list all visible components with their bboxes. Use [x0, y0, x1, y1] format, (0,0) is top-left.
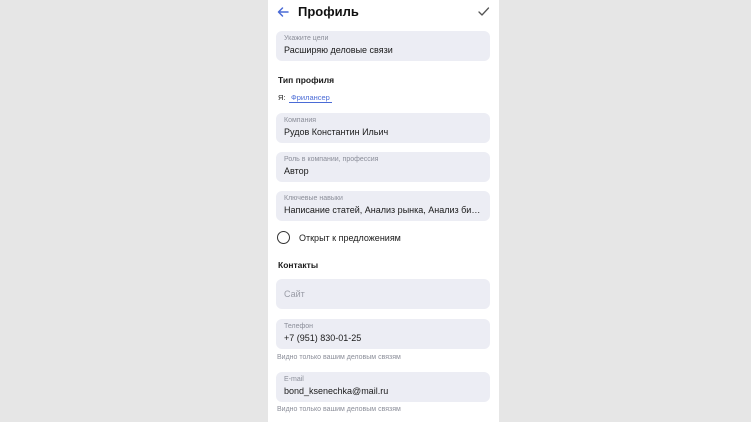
- goal-field-value: Расширяю деловые связи: [284, 45, 393, 55]
- skills-field-value: Написание статей, Анализ рынка, Анализ б…: [284, 205, 482, 215]
- goal-field[interactable]: Укажите цели Расширяю деловые связи: [276, 31, 490, 61]
- site-field-placeholder: Сайт: [284, 289, 305, 299]
- skills-field[interactable]: Ключевые навыки Написание статей, Анализ…: [276, 191, 490, 221]
- me-label: Я:: [278, 93, 286, 102]
- company-field[interactable]: Компания Рудов Константин Ильич: [276, 113, 490, 143]
- phone-field[interactable]: Телефон +7 (951) 830-01-25: [276, 319, 490, 349]
- back-arrow-icon[interactable]: [276, 5, 290, 19]
- app-header: Профиль: [268, 0, 499, 24]
- role-field[interactable]: Роль в компании, профессия Автор: [276, 152, 490, 182]
- email-field[interactable]: E-mail bond_ksenechka@mail.ru: [276, 372, 490, 402]
- profile-type-title: Тип профиля: [278, 75, 335, 85]
- page-title: Профиль: [298, 4, 359, 19]
- email-field-label: E-mail: [284, 376, 304, 383]
- open-to-offers-toggle[interactable]: Открыт к предложениям: [277, 230, 487, 246]
- open-to-offers-label: Открыт к предложениям: [299, 233, 401, 243]
- email-visibility-hint: Видно только вашим деловым связям: [277, 406, 401, 413]
- profile-type-selector: Я: Фрилансер: [278, 92, 488, 106]
- company-field-label: Компания: [284, 117, 317, 124]
- phone-field-value: +7 (951) 830-01-25: [284, 333, 362, 343]
- check-icon[interactable]: [477, 5, 490, 18]
- role-field-value: Автор: [284, 166, 309, 176]
- skills-field-label: Ключевые навыки: [284, 195, 343, 202]
- site-field[interactable]: Сайт: [276, 279, 490, 309]
- email-field-value: bond_ksenechka@mail.ru: [284, 386, 389, 396]
- goal-field-label: Укажите цели: [284, 35, 329, 42]
- profile-screen: Профиль Укажите цели Расширяю деловые св…: [268, 0, 499, 422]
- phone-visibility-hint: Видно только вашим деловым связям: [277, 354, 401, 361]
- role-field-label: Роль в компании, профессия: [284, 156, 379, 163]
- company-field-value: Рудов Константин Ильич: [284, 127, 389, 137]
- contacts-title: Контакты: [278, 260, 319, 270]
- tab-freelancer[interactable]: Фрилансер: [289, 92, 332, 103]
- radio-unchecked-icon[interactable]: [277, 231, 290, 244]
- phone-field-label: Телефон: [284, 323, 314, 330]
